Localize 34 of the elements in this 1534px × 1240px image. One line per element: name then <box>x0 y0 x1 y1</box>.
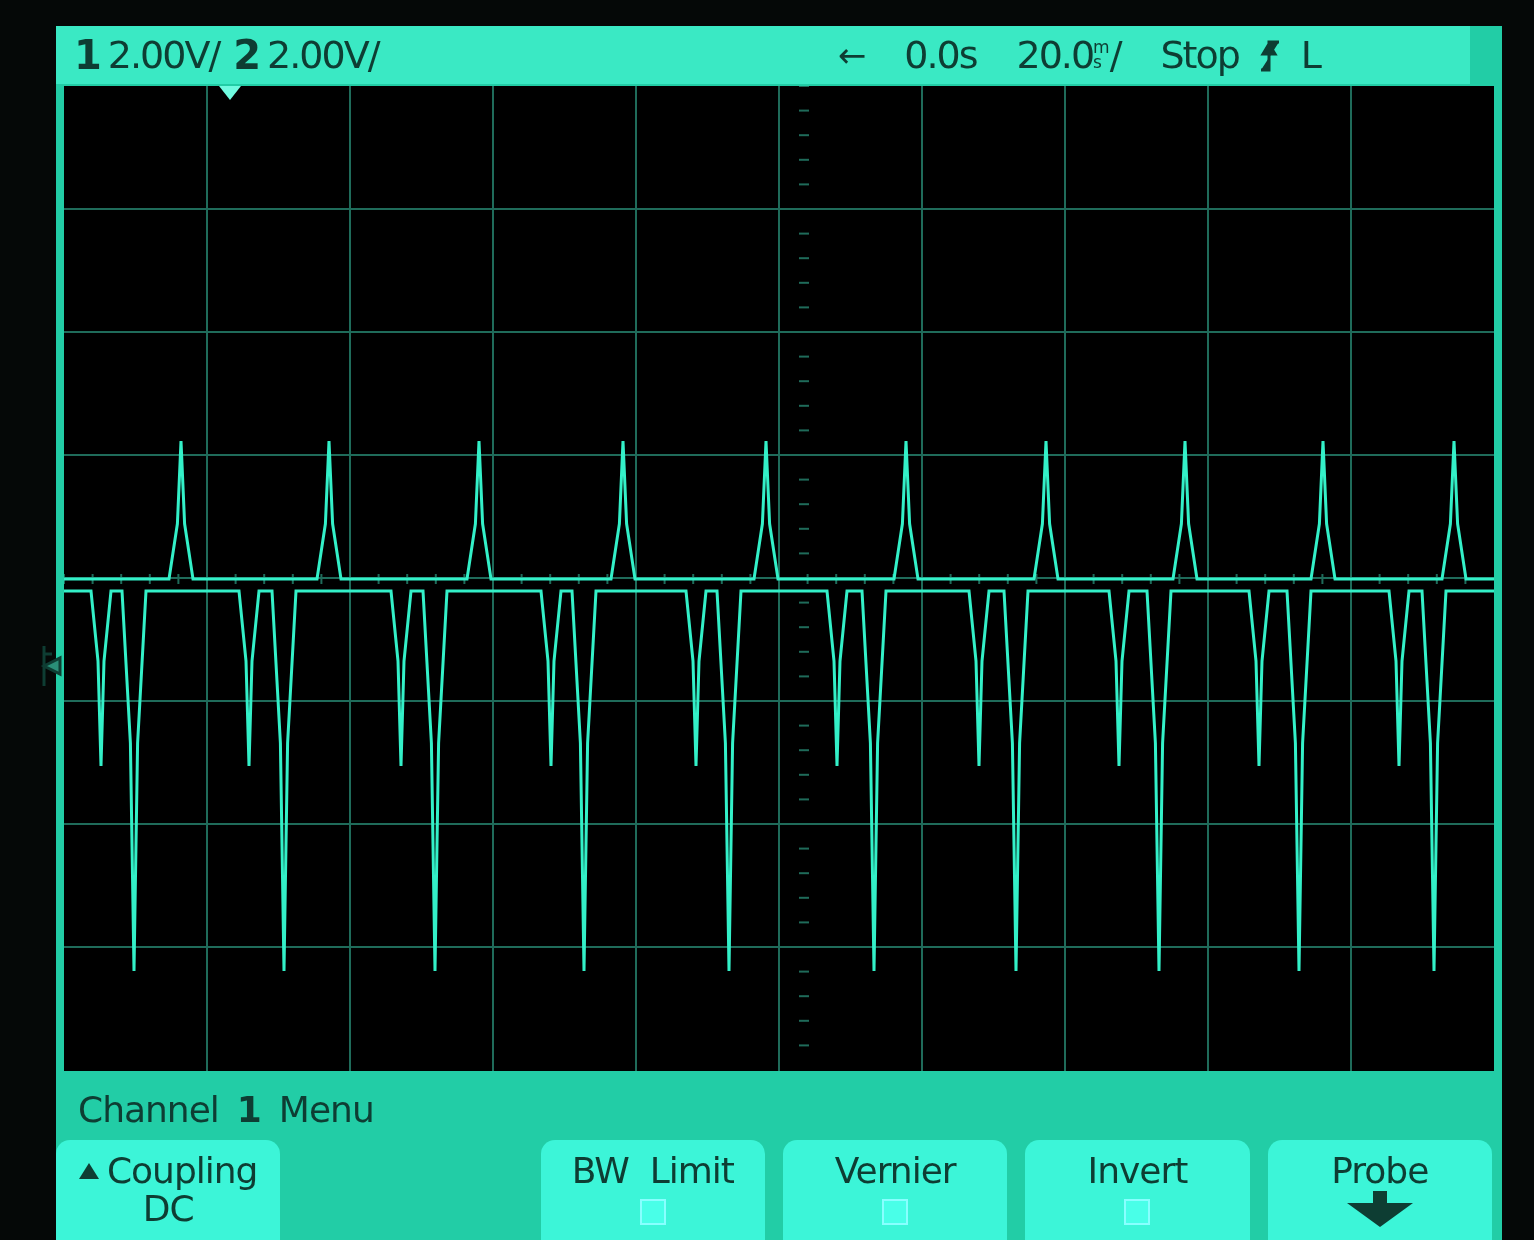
trigger-position-marker <box>219 86 241 100</box>
timebase-unit: s <box>1093 55 1102 70</box>
down-arrow-icon <box>1346 1191 1413 1227</box>
softkey[interactable]: Coupling DC <box>56 1140 281 1240</box>
run-state: Stop <box>1160 33 1239 77</box>
timebase-unit: m <box>1093 40 1110 55</box>
softkey-label: Coupling <box>106 1150 258 1191</box>
channel-number: 1 <box>74 32 100 78</box>
checkbox[interactable] <box>639 1199 666 1225</box>
softkey-label: Probe <box>1331 1150 1429 1191</box>
up-triangle-icon <box>78 1162 99 1179</box>
volts-per-division: 2.00V/ <box>107 33 220 77</box>
softkey[interactable]: Vernier <box>783 1140 1008 1240</box>
timebase-slash: / <box>1109 33 1121 77</box>
checkbox[interactable] <box>1124 1199 1151 1225</box>
softkey[interactable]: Invert <box>1025 1140 1250 1240</box>
ground-marker-icon <box>40 644 64 688</box>
softkey-label: Vernier <box>834 1150 956 1191</box>
menu-title: Channel <box>78 1088 219 1130</box>
delay-time: 0.0s <box>904 33 977 77</box>
checkbox[interactable] <box>882 1199 909 1225</box>
volts-per-division: 2.00V/ <box>267 33 379 77</box>
softkey-label: BW Limit <box>571 1150 734 1191</box>
softkey[interactable]: Probe <box>1267 1140 1492 1240</box>
channel-number: 2 <box>233 32 260 78</box>
delay-arrow: ← <box>837 35 865 75</box>
menu-title: Menu <box>278 1088 374 1130</box>
softkey[interactable]: BW Limit <box>540 1140 765 1240</box>
trigger-slope-icon <box>1258 38 1281 72</box>
trigger-source: L <box>1300 33 1320 77</box>
menu-channel-number: 1 <box>236 1088 261 1130</box>
timebase-value: 20.0 <box>1016 33 1094 77</box>
softkey-value: DC <box>142 1191 194 1227</box>
softkey-label: Invert <box>1087 1150 1188 1191</box>
